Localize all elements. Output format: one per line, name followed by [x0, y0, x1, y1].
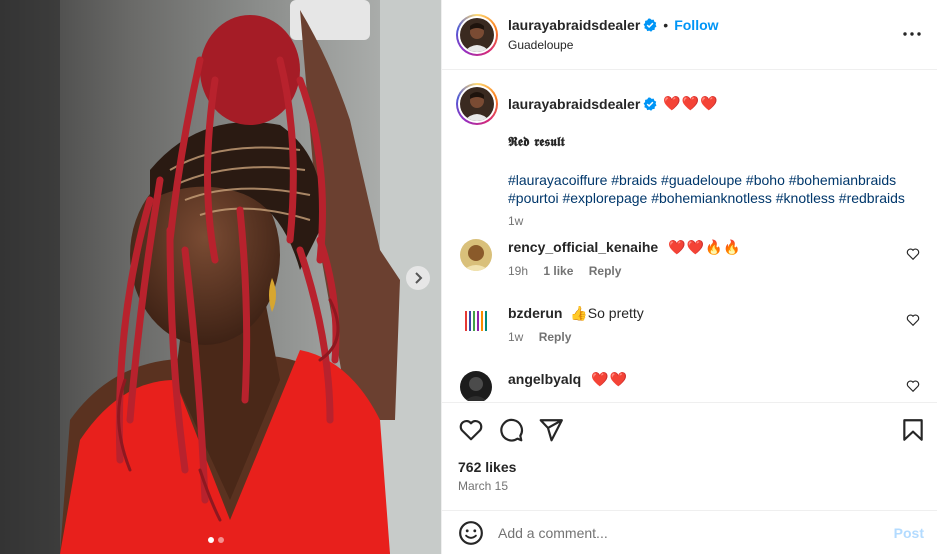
comment-avatar[interactable]: [460, 239, 492, 271]
caption-emojis: ❤️❤️❤️: [663, 95, 719, 111]
comment-like-icon[interactable]: [906, 379, 920, 393]
comment-text: ❤️❤️: [591, 371, 628, 387]
comments-list[interactable]: laurayabraidsdealer ❤️❤️❤️ 𝕽𝖊𝖉 𝖗𝖊𝖘𝖚𝖑𝖙 #l…: [442, 71, 937, 401]
comment-item: angelbyalq ❤️❤️: [456, 371, 926, 401]
bookmark-icon[interactable]: [900, 417, 926, 443]
comment-body: angelbyalq ❤️❤️: [508, 371, 628, 388]
verified-badge-icon: [643, 18, 657, 32]
comment-body: bzderun 👍So pretty: [508, 305, 644, 322]
comment-like-icon[interactable]: [906, 313, 920, 327]
share-icon[interactable]: [538, 417, 564, 443]
comment-text: ❤️❤️🔥🔥: [668, 239, 742, 255]
caption-hashtags: #laurayacoiffure #braids #guadeloupe #bo…: [508, 171, 928, 207]
comment-meta: 1w Reply: [508, 330, 583, 344]
chevron-right-icon: [415, 272, 423, 284]
hashtags-line-1[interactable]: #laurayacoiffure #braids #guadeloupe #bo…: [508, 171, 928, 189]
more-options-button[interactable]: [900, 22, 924, 46]
comment-icon[interactable]: [498, 417, 524, 443]
verified-badge-icon: [643, 97, 657, 111]
media-dots: [208, 537, 224, 543]
comment-like-icon[interactable]: [906, 247, 920, 261]
header-user: laurayabraidsdealer • Follow: [508, 17, 719, 33]
post-date[interactable]: March 15: [458, 479, 508, 493]
comment-text: 👍So pretty: [570, 305, 644, 321]
separator-dot: •: [663, 17, 669, 33]
caption-username[interactable]: laurayabraidsdealer: [508, 96, 640, 112]
post-location[interactable]: Guadeloupe: [508, 38, 573, 52]
emoji-icon[interactable]: [458, 520, 484, 546]
caption-time[interactable]: 1w: [508, 214, 523, 228]
comment-avatar[interactable]: [460, 305, 492, 337]
comment-body: rency_official_kenaihe ❤️❤️🔥🔥: [508, 239, 742, 256]
reply-button[interactable]: Reply: [589, 264, 622, 278]
comment-meta: 19h 1 like Reply: [508, 264, 633, 278]
likes-count[interactable]: 762 likes: [458, 459, 516, 475]
more-horizontal-icon: [903, 32, 921, 36]
comment-time[interactable]: 1w: [508, 330, 523, 344]
comment-time[interactable]: 19h: [508, 264, 528, 278]
follow-button[interactable]: Follow: [674, 17, 718, 33]
caption-header: laurayabraidsdealer ❤️❤️❤️: [508, 95, 719, 112]
comment-username[interactable]: bzderun: [508, 305, 562, 321]
caption-title: 𝕽𝖊𝖉 𝖗𝖊𝖘𝖚𝖑𝖙: [508, 135, 565, 150]
reply-button[interactable]: Reply: [539, 330, 572, 344]
post-comment-button[interactable]: Post: [894, 525, 924, 541]
next-media-button[interactable]: [406, 266, 430, 290]
header-username[interactable]: laurayabraidsdealer: [508, 17, 640, 33]
post-media[interactable]: [0, 0, 441, 554]
media-dot-active: [208, 537, 214, 543]
comment-likes[interactable]: 1 like: [543, 264, 573, 278]
post-photo: [0, 0, 441, 554]
comment-item: bzderun 👍So pretty 1w Reply: [456, 305, 926, 361]
hashtags-line-2[interactable]: #pourtoi #explorepage #bohemianknotless …: [508, 189, 928, 207]
comment-avatar[interactable]: [460, 371, 492, 401]
avatar[interactable]: [456, 14, 498, 56]
comment-username[interactable]: rency_official_kenaihe: [508, 239, 658, 255]
action-bar: 762 likes March 15: [442, 402, 937, 512]
comment-item: rency_official_kenaihe ❤️❤️🔥🔥 19h 1 like…: [456, 239, 926, 295]
comment-input[interactable]: [498, 522, 878, 544]
post-panel: laurayabraidsdealer • Follow Guadeloupe: [441, 0, 937, 554]
heart-icon[interactable]: [458, 417, 484, 443]
comment-composer: Post: [442, 510, 937, 554]
post-header: laurayabraidsdealer • Follow Guadeloupe: [442, 0, 937, 70]
comment-username[interactable]: angelbyalq: [508, 371, 581, 387]
caption-avatar[interactable]: [456, 83, 498, 125]
media-dot: [218, 537, 224, 543]
